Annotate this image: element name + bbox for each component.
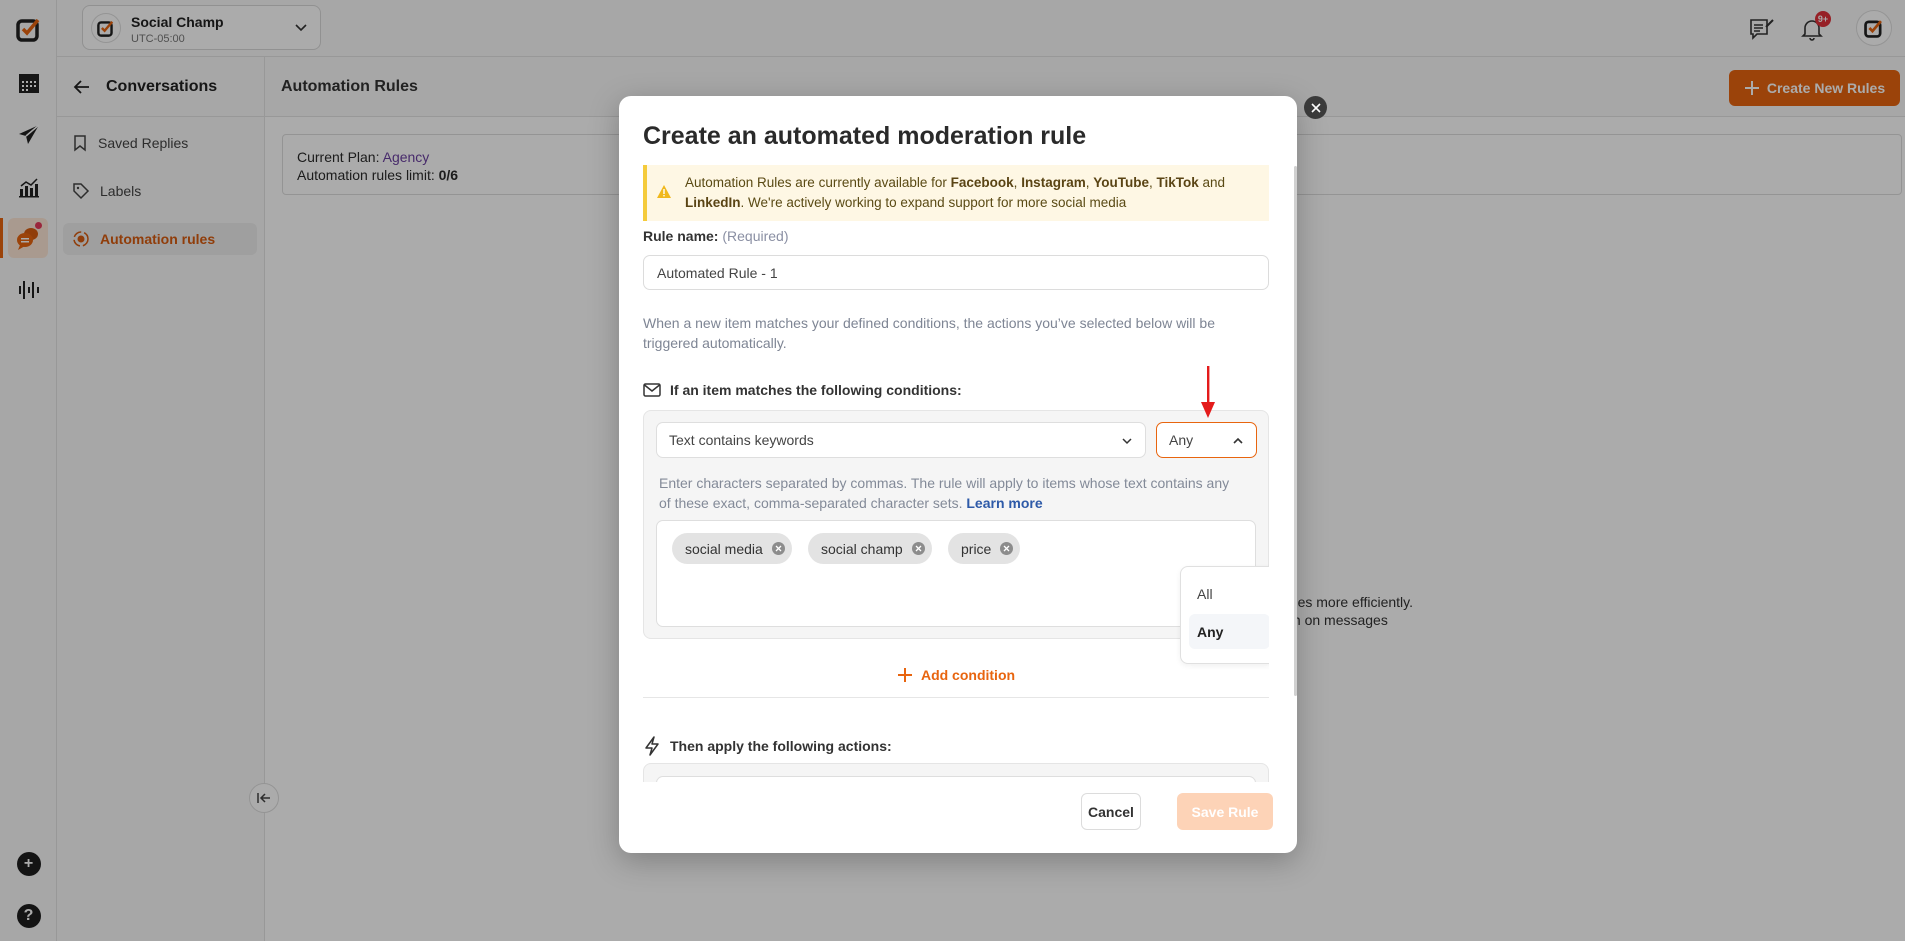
platform-youtube: YouTube bbox=[1093, 175, 1149, 190]
match-option-any[interactable]: Any bbox=[1189, 614, 1269, 649]
keyword-hint: Enter characters separated by commas. Th… bbox=[659, 473, 1239, 513]
close-icon bbox=[915, 545, 922, 552]
keyword-chip-label: social champ bbox=[821, 540, 903, 557]
conditions-heading: If an item matches the following conditi… bbox=[643, 382, 962, 398]
alert-prefix: Automation Rules are currently available… bbox=[685, 175, 951, 190]
remove-keyword-button[interactable] bbox=[771, 542, 785, 555]
warning-icon bbox=[657, 185, 671, 198]
keyword-chip: social media bbox=[672, 533, 792, 564]
chevron-down-icon bbox=[1122, 438, 1132, 445]
alert-sep: , bbox=[1148, 175, 1157, 190]
remove-keyword-button[interactable] bbox=[911, 542, 925, 555]
alert-suffix: . We're actively working to expand suppo… bbox=[740, 195, 1127, 210]
platform-facebook: Facebook bbox=[950, 175, 1014, 190]
match-mode-select[interactable]: Any bbox=[1156, 422, 1257, 458]
mail-icon bbox=[643, 383, 661, 397]
modal-body: Automation Rules are currently available… bbox=[643, 165, 1269, 782]
add-condition-label: Add condition bbox=[920, 667, 1016, 683]
create-rule-modal: Create an automated moderation rule Auto… bbox=[619, 96, 1297, 853]
match-mode-dropdown: All Any bbox=[1180, 566, 1269, 664]
action-select[interactable]: Select an action bbox=[656, 776, 1256, 782]
close-icon bbox=[1003, 545, 1010, 552]
rule-name-label: Rule name: (Required) bbox=[643, 228, 789, 244]
close-icon bbox=[775, 545, 782, 552]
chevron-up-icon bbox=[1233, 437, 1243, 444]
alert-and: and bbox=[1198, 175, 1226, 190]
rule-name-label-text: Rule name: bbox=[643, 228, 719, 244]
conditions-heading-text: If an item matches the following conditi… bbox=[670, 382, 962, 398]
platform-linkedin: LinkedIn bbox=[685, 195, 741, 210]
condition-card: Text contains keywords Any Enter charact… bbox=[643, 410, 1269, 639]
keywords-input[interactable]: social media social champ price bbox=[656, 520, 1256, 627]
action-card: Select an action bbox=[643, 763, 1269, 782]
close-icon bbox=[1310, 102, 1321, 113]
annotation-arrow-icon bbox=[1201, 366, 1215, 418]
lightning-icon bbox=[645, 736, 659, 756]
close-modal-button[interactable] bbox=[1304, 96, 1327, 119]
actions-heading: Then apply the following actions: bbox=[643, 736, 892, 756]
platform-instagram: Instagram bbox=[1021, 175, 1086, 190]
keyword-chip: social champ bbox=[808, 533, 932, 564]
alert-text: Automation Rules are currently available… bbox=[685, 173, 1265, 213]
match-option-all[interactable]: All bbox=[1189, 576, 1269, 611]
condition-type-select[interactable]: Text contains keywords bbox=[656, 422, 1146, 458]
keyword-chip: price bbox=[948, 533, 1021, 564]
add-condition-button[interactable]: Add condition bbox=[643, 667, 1269, 683]
match-mode-value: Any bbox=[1169, 432, 1194, 448]
platform-tiktok: TikTok bbox=[1156, 175, 1199, 190]
modal-title: Create an automated moderation rule bbox=[643, 122, 1087, 150]
remove-keyword-button[interactable] bbox=[1000, 542, 1014, 555]
section-divider bbox=[643, 697, 1269, 698]
rule-name-input[interactable]: Automated Rule - 1 bbox=[643, 255, 1269, 290]
keyword-hint-text: Enter characters separated by commas. Th… bbox=[659, 475, 1230, 511]
rule-description: When a new item matches your defined con… bbox=[643, 315, 1215, 351]
rule-name-value: Automated Rule - 1 bbox=[657, 264, 778, 281]
cancel-button[interactable]: Cancel bbox=[1081, 793, 1141, 830]
save-rule-button[interactable]: Save Rule bbox=[1177, 793, 1273, 830]
modal-scrollbar[interactable] bbox=[1294, 166, 1297, 696]
keyword-chip-label: social media bbox=[685, 540, 763, 557]
actions-heading-text: Then apply the following actions: bbox=[670, 738, 892, 754]
plus-icon bbox=[897, 668, 912, 682]
condition-type-value: Text contains keywords bbox=[669, 432, 814, 448]
learn-more-link[interactable]: Learn more bbox=[966, 495, 1042, 511]
platform-availability-alert: Automation Rules are currently available… bbox=[643, 165, 1269, 221]
keyword-chip-label: price bbox=[961, 540, 992, 557]
required-indicator: (Required) bbox=[722, 228, 789, 244]
